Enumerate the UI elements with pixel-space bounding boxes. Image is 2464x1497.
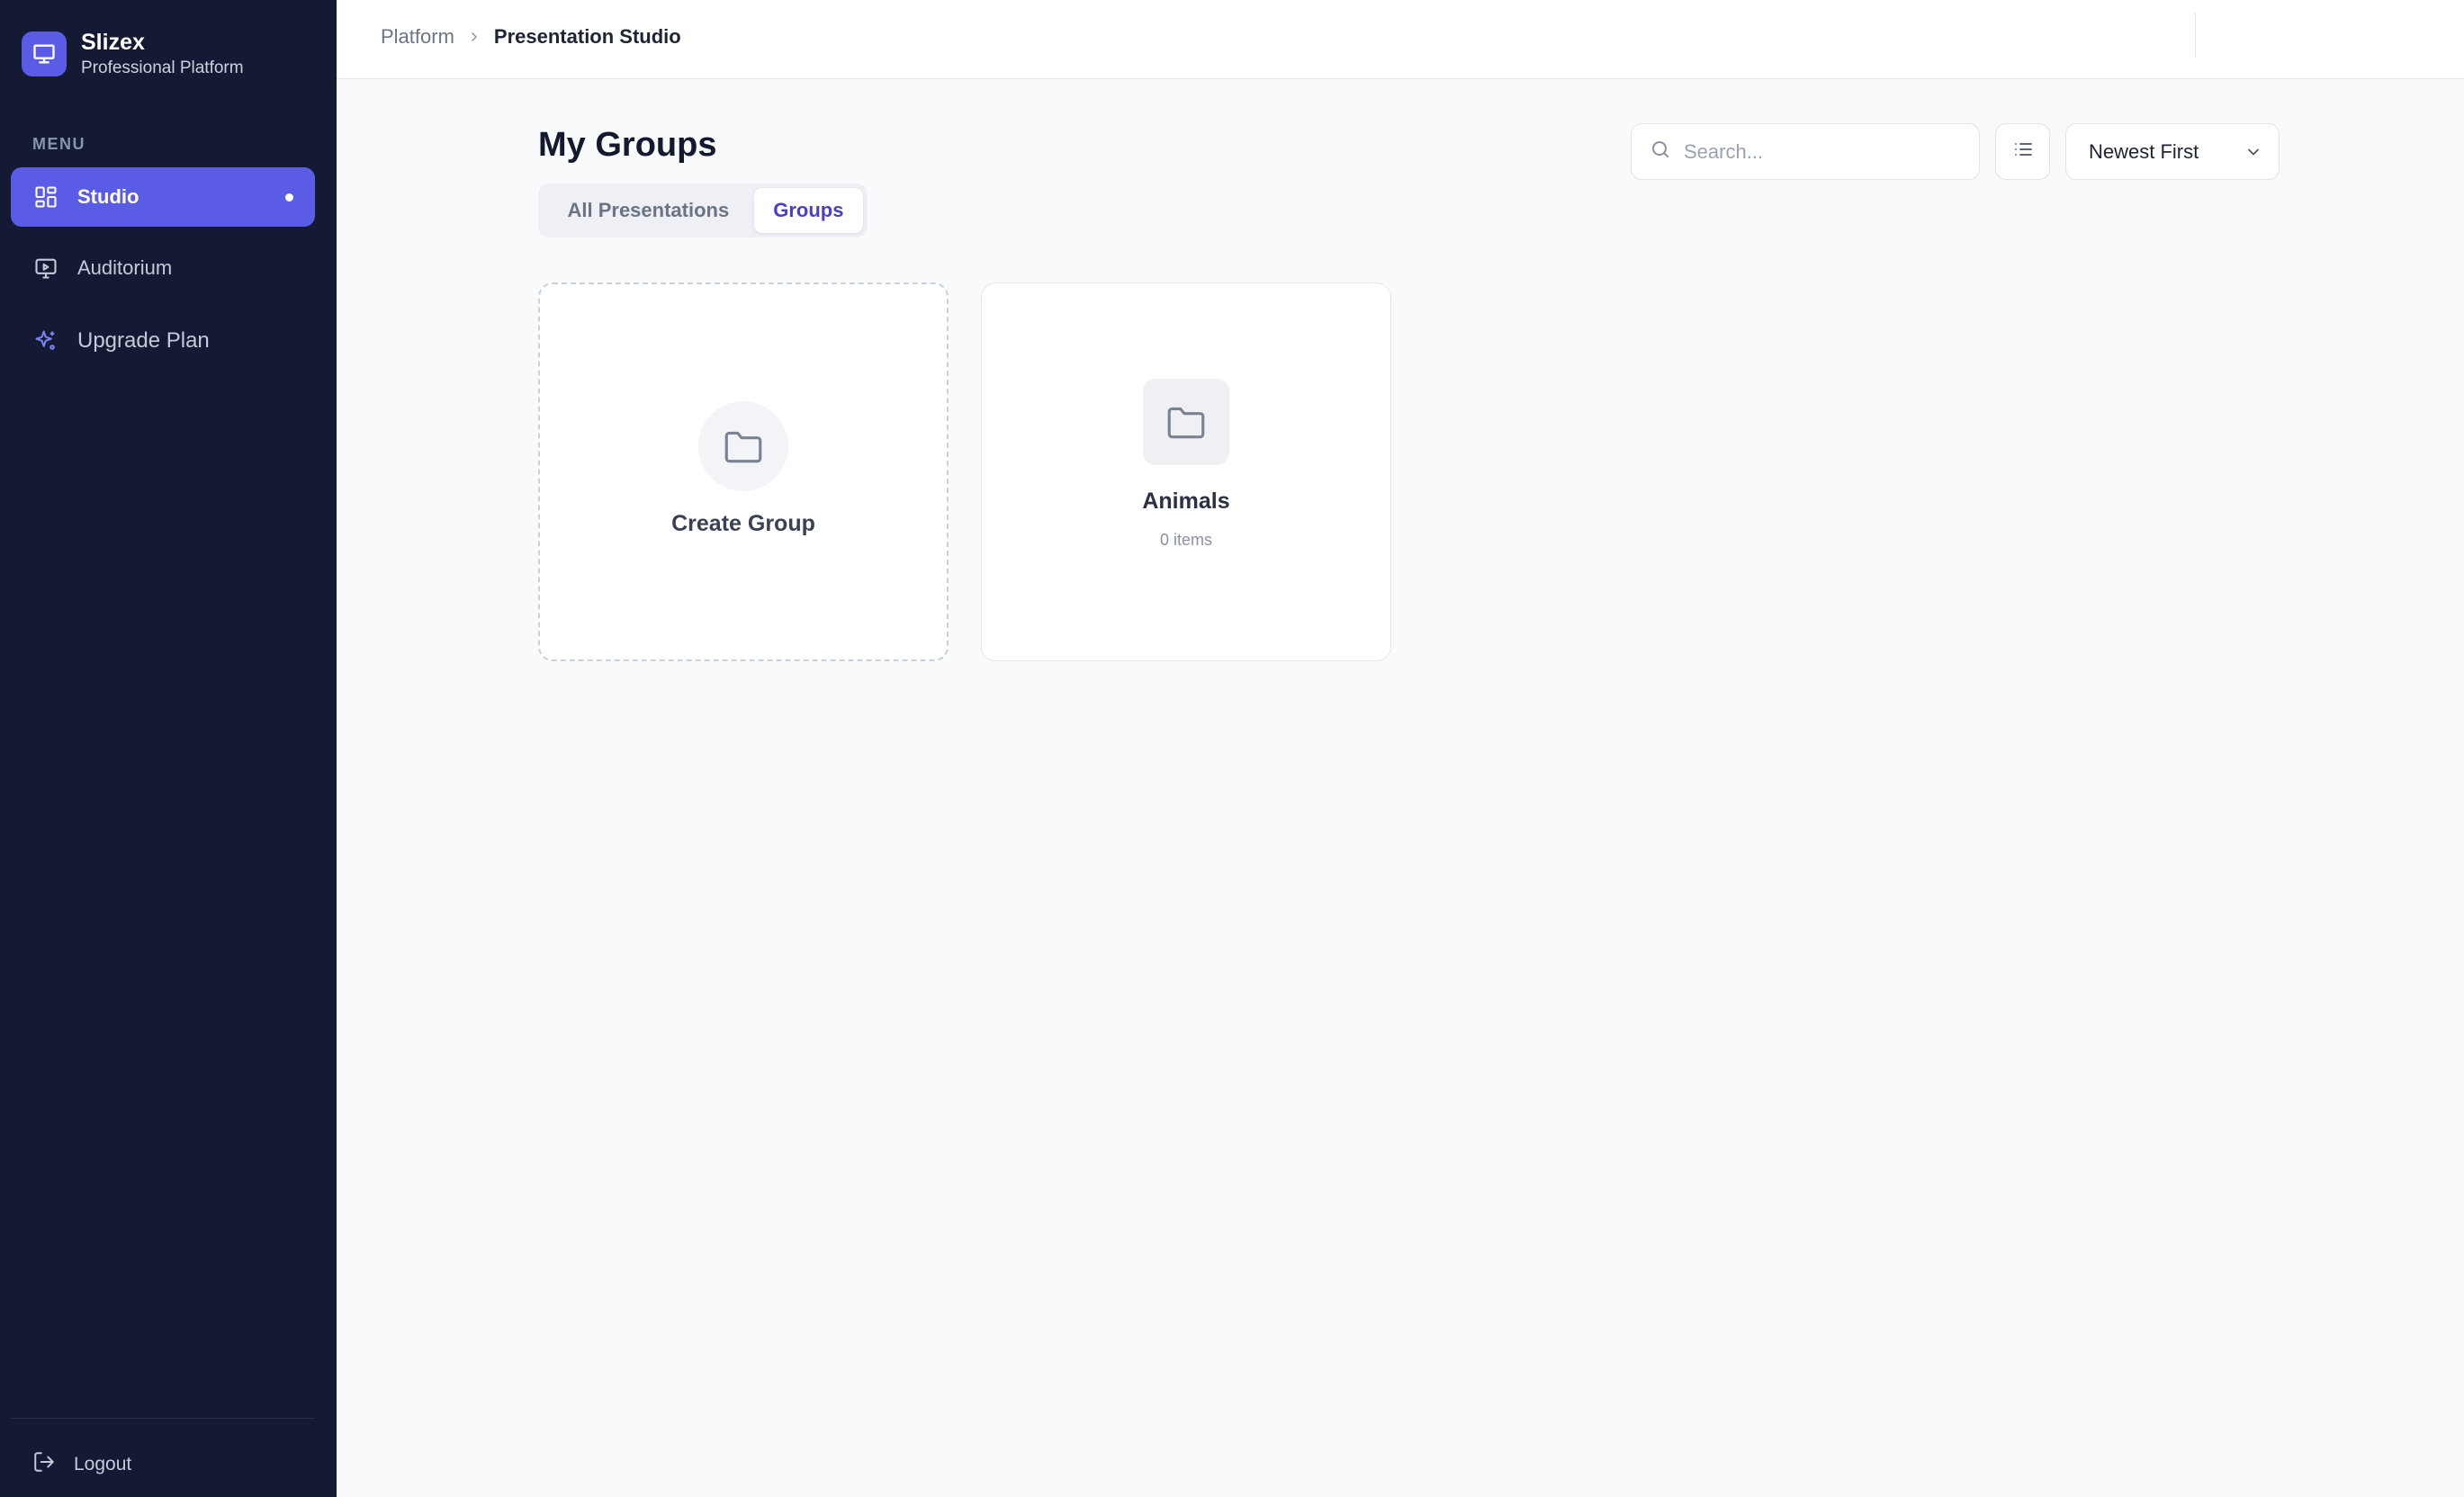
brand-text: Slizex Professional Platform [81,29,244,79]
chevron-right-icon [467,30,481,44]
presentation-icon [22,31,67,76]
logout-icon [32,1450,56,1478]
group-item-count: 0 items [1159,531,1213,549]
menu-label: MENU [32,135,85,153]
sort-select[interactable]: Newest First [2065,123,2280,180]
create-group-label: Create Group [671,511,815,536]
view-tabs: All Presentations Groups [538,184,868,238]
list-icon [2012,139,2034,165]
sidebar-item-upgrade-plan[interactable]: Upgrade Plan [11,311,315,371]
brand[interactable]: Slizex Professional Platform [22,29,244,79]
tab-groups[interactable]: Groups [753,188,863,233]
active-indicator-dot [285,193,293,202]
sidebar-item-auditorium[interactable]: Auditorium [11,238,315,298]
breadcrumb-platform-link[interactable]: Platform [381,25,454,49]
sidebar-item-label: Studio [77,185,139,208]
breadcrumb: Platform Presentation Studio [381,25,681,49]
search-icon [1650,139,1671,165]
grid-icon [32,184,59,211]
sidebar: Slizex Professional Platform MENU Studio [0,0,337,1497]
list-view-button[interactable] [1995,123,2050,180]
sidebar-item-label: Auditorium [77,256,173,279]
sidebar-divider [11,1418,315,1419]
create-group-card[interactable]: Create Group [538,282,949,661]
tab-all-presentations[interactable]: All Presentations [543,188,754,233]
sort-selected-value: Newest First [2089,139,2199,163]
app-root: Slizex Professional Platform MENU Studio [0,0,2464,1497]
group-name: Animals [1142,489,1230,514]
group-card[interactable]: Animals 0 items [981,282,1391,661]
topbar: Platform Presentation Studio [337,0,2464,79]
sparkles-icon [32,327,59,354]
sidebar-item-label: Upgrade Plan [77,328,210,353]
search-input[interactable] [1684,139,1954,164]
brand-subtitle: Professional Platform [81,58,244,77]
topbar-divider [2195,13,2196,58]
monitor-play-icon [32,255,59,282]
folder-icon [1143,379,1229,465]
chevron-down-icon [2244,143,2262,166]
logout-button[interactable]: Logout [32,1450,131,1478]
page-title: My Groups [538,126,717,164]
brand-name: Slizex [81,30,145,55]
search-box [1631,123,1980,180]
breadcrumb-current: Presentation Studio [493,25,681,48]
folder-icon [698,401,788,491]
sidebar-item-studio[interactable]: Studio [11,167,315,227]
logout-label: Logout [74,1453,132,1475]
